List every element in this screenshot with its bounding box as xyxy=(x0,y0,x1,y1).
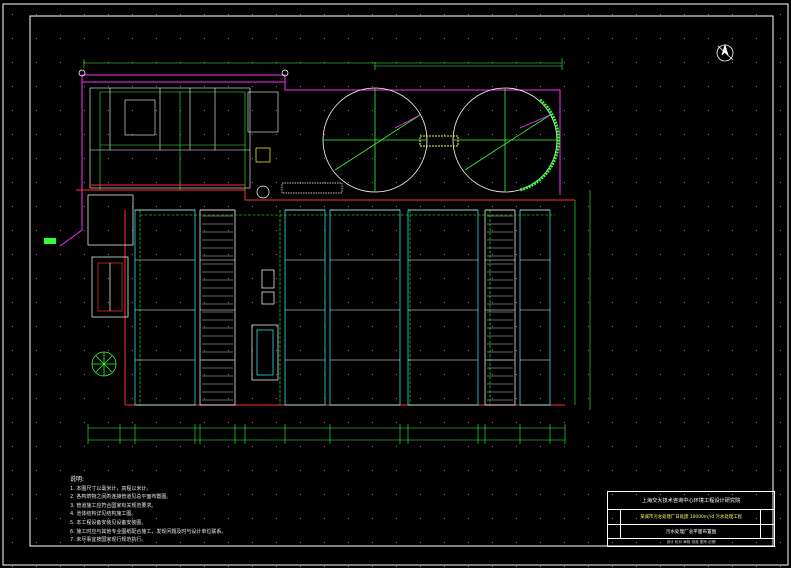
note-item: 1. 本图尺寸以毫米计，高程以米计。 xyxy=(70,485,152,492)
equipment-room xyxy=(251,269,279,381)
secondary-clarifier-2 xyxy=(452,87,560,193)
notes-title: 说明: xyxy=(70,476,85,483)
secondary-clarifier-1 xyxy=(322,87,428,193)
bottom-dimension-lines xyxy=(87,424,566,444)
basin-cell xyxy=(134,209,196,406)
title-block-project: 某城市污水处理厂日处理 10000m³/d 污水处理工程 xyxy=(608,510,774,525)
valve-well xyxy=(256,185,270,199)
clarifier-distribution-well xyxy=(419,135,459,147)
note-item: 5. 本工程设备安装见设备安装图。 xyxy=(70,519,147,526)
title-block: 上海交大技术咨询中心环境工程设计研究院 某城市污水处理厂日处理 10000m³/… xyxy=(607,491,775,547)
design-notes: 说明: 1. 本图尺寸以毫米计，高程以米计。 2. 各构筑物之间的连接管道见总平… xyxy=(70,476,330,545)
control-building xyxy=(87,194,134,318)
note-item: 4. 池体结构详见结构施工图。 xyxy=(70,511,137,518)
basin-cell xyxy=(519,209,551,406)
right-dimension-line xyxy=(574,190,591,410)
pretreatment-green-piping xyxy=(99,91,246,190)
note-item: 3. 管道施工应符合国家有关规范要求。 xyxy=(70,502,157,509)
basin-cell xyxy=(284,209,326,406)
pretreatment-building xyxy=(89,87,279,189)
note-item: 6. 施工时应与其他专业图纸配合施工，发现问题及时与设计单位联系。 xyxy=(70,528,227,535)
walkway-grating xyxy=(281,182,343,194)
red-pipeline xyxy=(76,184,575,406)
sludge-thickener xyxy=(91,351,117,377)
basin-cell xyxy=(484,209,516,406)
note-item: 2. 各构筑物之间的连接管道见总平面布置图。 xyxy=(70,494,172,501)
title-block-divider xyxy=(760,510,761,538)
biological-treatment-basins xyxy=(134,209,555,406)
basin-cell xyxy=(329,209,401,406)
title-block-footer: 设计 校对 审核 批准 图号 日期 xyxy=(666,540,716,544)
note-item: 7. 未尽事宜按国家现行规范执行。 xyxy=(70,537,147,544)
title-block-drawing-title: 污水处理厂总平面布置图 xyxy=(608,525,774,539)
inlet-marker xyxy=(44,238,56,244)
basin-cell xyxy=(199,209,236,406)
title-block-divider xyxy=(620,510,621,538)
pump-unit xyxy=(255,147,271,163)
north-arrow-icon xyxy=(716,43,734,62)
basin-cell xyxy=(407,209,479,406)
top-dimension-lines xyxy=(83,58,563,70)
title-block-institute: 上海交大技术咨询中心环境工程设计研究院 xyxy=(608,492,774,510)
